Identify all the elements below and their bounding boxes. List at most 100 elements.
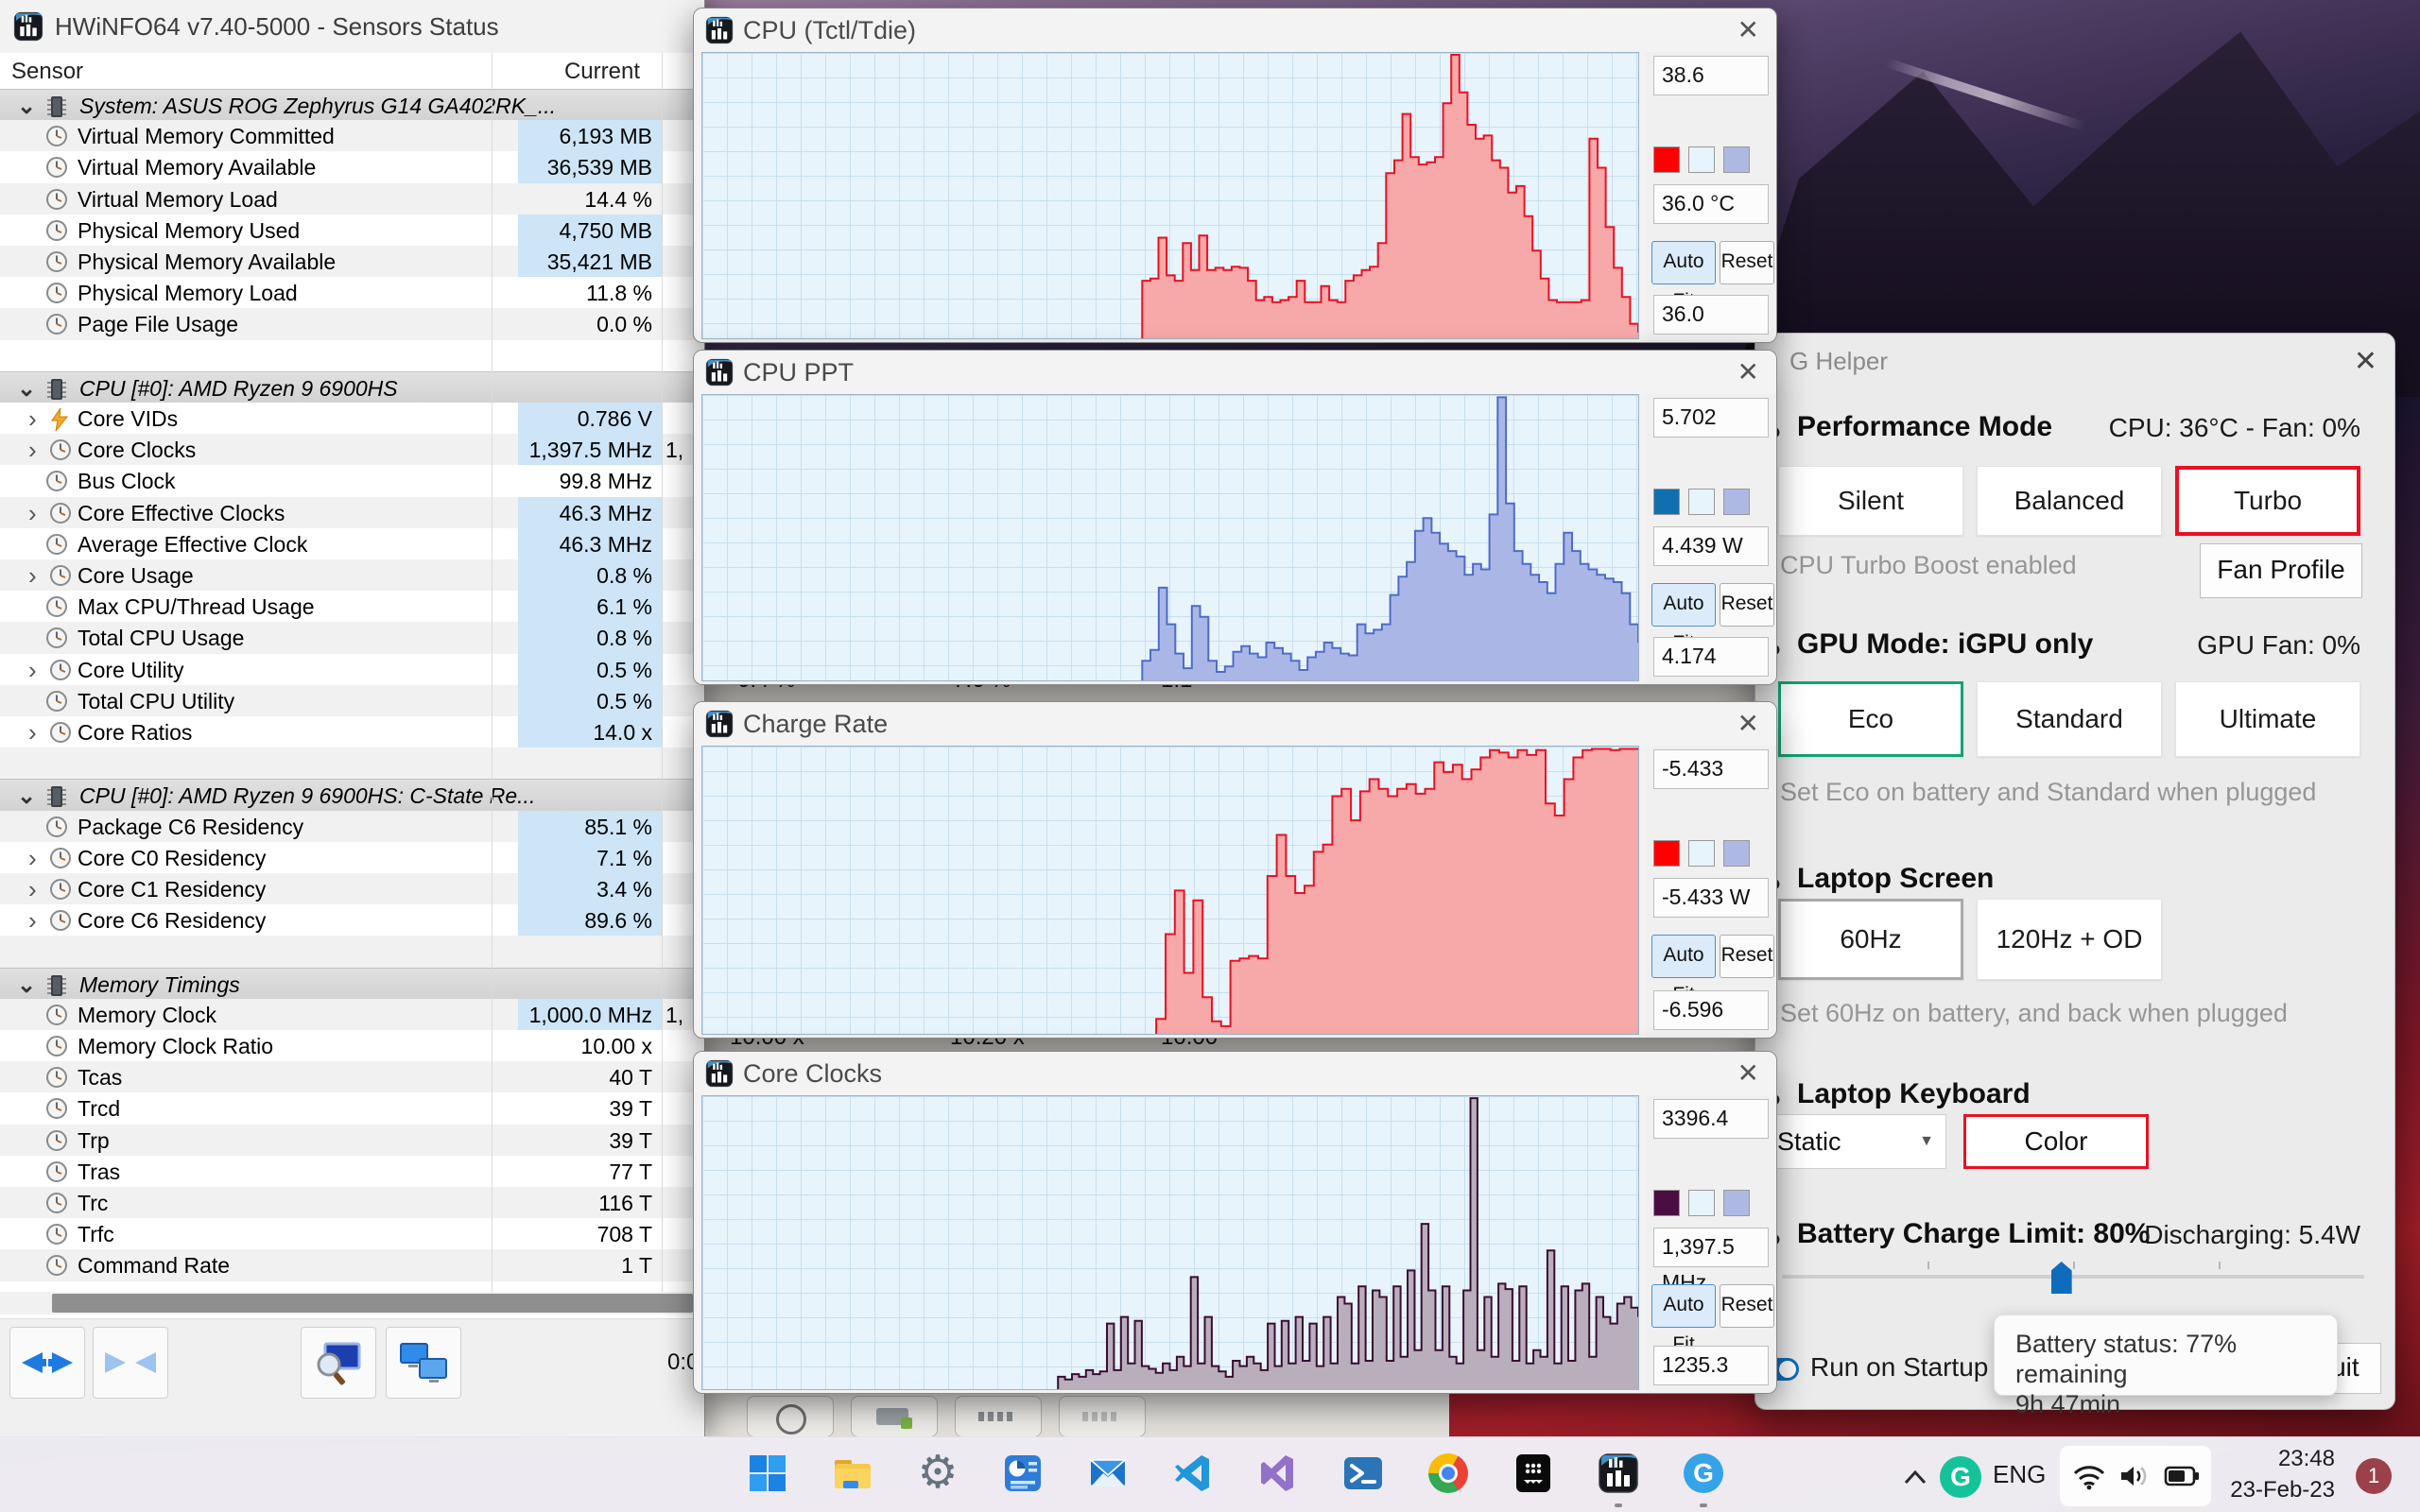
close-icon[interactable]: ✕ bbox=[2354, 345, 2377, 378]
sensor-row[interactable]: › Core VIDs 0.786 V bbox=[0, 403, 704, 435]
60hz-button[interactable]: 60Hz bbox=[1778, 899, 1963, 980]
expander-icon[interactable]: › bbox=[28, 844, 37, 873]
expander-icon[interactable]: › bbox=[28, 499, 37, 528]
remote-monitoring-button[interactable] bbox=[386, 1327, 461, 1399]
scrollbar-thumb[interactable] bbox=[52, 1294, 693, 1313]
sensor-row[interactable]: › Core Effective Clocks 46.3 MHz bbox=[0, 496, 704, 529]
sensor-row[interactable]: Tcas 40 T bbox=[0, 1061, 704, 1093]
taskbar-icon-file-explorer[interactable] bbox=[826, 1447, 879, 1500]
sensor-section-header[interactable]: ⌄ Memory Timings bbox=[0, 967, 704, 1001]
sensor-section-header[interactable]: ⌄ CPU [#0]: AMD Ryzen 9 6900HS: C-State R… bbox=[0, 779, 704, 813]
language-indicator[interactable]: ENG bbox=[1993, 1460, 2046, 1489]
sensor-row[interactable]: Virtual Memory Committed 6,193 MB bbox=[0, 120, 704, 153]
battery-limit-slider[interactable] bbox=[1782, 1262, 2364, 1294]
expander-icon[interactable]: › bbox=[28, 875, 37, 904]
auto-fit-button[interactable]: Auto Fit bbox=[1651, 935, 1716, 1005]
chevron-down-icon[interactable]: ⌄ bbox=[17, 93, 36, 120]
taskbar-icon-start[interactable] bbox=[741, 1447, 794, 1500]
close-icon[interactable]: ✕ bbox=[1737, 356, 1759, 387]
turbo-button[interactable]: Turbo bbox=[2175, 466, 2360, 536]
taskbar-icon-vscode[interactable] bbox=[1167, 1447, 1219, 1500]
system-summary-button[interactable] bbox=[301, 1327, 376, 1399]
sensor-row[interactable]: Command Rate 1 T bbox=[0, 1249, 704, 1281]
series-color-swatch[interactable] bbox=[1653, 840, 1680, 867]
sensor-row[interactable]: Total CPU Usage 0.8 % bbox=[0, 622, 704, 655]
column-header-current[interactable]: Current bbox=[564, 59, 640, 85]
sensor-row[interactable]: Memory Clock Ratio 10.00 x bbox=[0, 1030, 704, 1062]
sensor-row[interactable]: Virtual Memory Available 36,539 MB bbox=[0, 151, 704, 184]
grid-color-swatch[interactable] bbox=[1723, 840, 1750, 867]
sensor-row[interactable]: Trc 116 T bbox=[0, 1187, 704, 1219]
silent-button[interactable]: Silent bbox=[1778, 466, 1963, 536]
taskbar-icon-settings[interactable]: ⚙ bbox=[911, 1447, 964, 1500]
reset-button[interactable]: Reset bbox=[1720, 583, 1774, 627]
sensor-row[interactable]: Max CPU/Thread Usage 6.1 % bbox=[0, 591, 704, 624]
sensor-row[interactable]: › Core C1 Residency 3.4 % bbox=[0, 873, 704, 905]
sensor-row[interactable]: Trp 39 T bbox=[0, 1124, 704, 1156]
taskbar-icon-powershell[interactable] bbox=[1337, 1447, 1390, 1500]
sensor-row[interactable]: Total CPU Utility 0.5 % bbox=[0, 684, 704, 717]
taskbar-icon-chrome[interactable] bbox=[1422, 1447, 1475, 1500]
sensor-row[interactable]: › Core Clocks 1,397.5 MHz 1, bbox=[0, 434, 704, 467]
taskbar-icon-monitor-tool[interactable] bbox=[996, 1447, 1049, 1500]
120hz-od-button[interactable]: 120Hz + OD bbox=[1977, 899, 2162, 980]
fan-profile-button[interactable]: Fan Profile bbox=[2200, 543, 2362, 598]
graph-color-swatches[interactable] bbox=[1653, 840, 1750, 867]
expander-icon[interactable]: › bbox=[28, 561, 37, 591]
sensor-row[interactable]: › Core C0 Residency 7.1 % bbox=[0, 841, 704, 874]
reset-button[interactable]: Reset bbox=[1720, 935, 1774, 978]
close-icon[interactable]: ✕ bbox=[1737, 708, 1759, 739]
grid-color-swatch[interactable] bbox=[1723, 1190, 1750, 1216]
ultimate-button[interactable]: Ultimate bbox=[2175, 681, 2360, 757]
series-color-swatch[interactable] bbox=[1653, 146, 1680, 173]
sensor-row[interactable]: Trcd 39 T bbox=[0, 1092, 704, 1125]
series-color-swatch[interactable] bbox=[1653, 489, 1680, 515]
sensor-row[interactable]: Virtual Memory Load 14.4 % bbox=[0, 182, 704, 215]
graph-titlebar[interactable]: Charge Rate ✕ bbox=[694, 702, 1776, 746]
sensor-row[interactable]: Average Effective Clock 46.3 MHz bbox=[0, 527, 704, 560]
graph-titlebar[interactable]: CPU PPT ✕ bbox=[694, 351, 1776, 394]
tray-chevron-up-icon[interactable] bbox=[1896, 1458, 1934, 1496]
taskbar-icon-stream-deck[interactable] bbox=[1507, 1447, 1560, 1500]
taskbar-icon-hwinfo[interactable] bbox=[1592, 1447, 1645, 1500]
sensor-row[interactable]: Page File Usage 0.0 % bbox=[0, 308, 704, 340]
column-header-sensor[interactable]: Sensor bbox=[11, 59, 83, 85]
expand-columns-button[interactable] bbox=[9, 1327, 85, 1399]
standard-button[interactable]: Standard bbox=[1977, 681, 2162, 757]
grammarly-tray-icon[interactable]: G bbox=[1940, 1456, 1981, 1498]
graph-color-swatches[interactable] bbox=[1653, 1190, 1750, 1216]
expander-icon[interactable]: › bbox=[28, 656, 37, 685]
reset-button[interactable]: Reset bbox=[1720, 241, 1774, 284]
sensor-row[interactable]: Bus Clock 99.8 MHz bbox=[0, 465, 704, 497]
sensor-row[interactable]: Physical Memory Load 11.8 % bbox=[0, 277, 704, 309]
background-color-swatch[interactable] bbox=[1688, 1190, 1715, 1216]
keyboard-backlight-dropdown[interactable]: Static ▼ bbox=[1761, 1114, 1946, 1169]
sensor-table-header[interactable]: Sensor Current bbox=[0, 53, 704, 90]
expander-icon[interactable]: › bbox=[28, 436, 37, 465]
hwinfo-titlebar[interactable]: HWiNFO64 v7.40-5000 - Sensors Status bbox=[0, 0, 704, 54]
close-icon[interactable]: ✕ bbox=[1737, 1057, 1759, 1089]
horizontal-scrollbar[interactable] bbox=[0, 1292, 704, 1314]
sensor-row[interactable]: Physical Memory Used 4,750 MB bbox=[0, 214, 704, 247]
sensor-row[interactable]: › Core Utility 0.5 % bbox=[0, 653, 704, 686]
collapse-columns-button[interactable] bbox=[93, 1327, 168, 1399]
grid-color-swatch[interactable] bbox=[1723, 146, 1750, 173]
expander-icon[interactable]: › bbox=[28, 404, 37, 434]
sensor-section-header[interactable]: ⌄ System: ASUS ROG Zephyrus G14 GA402RK_.… bbox=[0, 89, 704, 123]
close-icon[interactable]: ✕ bbox=[1737, 14, 1759, 45]
slider-handle[interactable] bbox=[2050, 1262, 2072, 1294]
background-color-swatch[interactable] bbox=[1688, 489, 1715, 515]
expander-icon[interactable]: › bbox=[28, 906, 37, 936]
graph-color-swatches[interactable] bbox=[1653, 489, 1750, 515]
keyboard-color-button[interactable]: Color bbox=[1963, 1114, 2149, 1169]
series-color-swatch[interactable] bbox=[1653, 1190, 1680, 1216]
chevron-down-icon[interactable]: ⌄ bbox=[17, 782, 36, 810]
expander-icon[interactable]: › bbox=[28, 718, 37, 747]
sensor-row[interactable]: › Core Ratios 14.0 x bbox=[0, 716, 704, 748]
sensor-row[interactable]: Trfc 708 T bbox=[0, 1218, 704, 1250]
graph-color-swatches[interactable] bbox=[1653, 146, 1750, 173]
background-color-swatch[interactable] bbox=[1688, 840, 1715, 867]
auto-fit-button[interactable]: Auto Fit bbox=[1651, 1284, 1716, 1355]
chevron-down-icon[interactable]: ⌄ bbox=[17, 971, 36, 999]
taskbar-icon-mail[interactable] bbox=[1081, 1447, 1134, 1500]
